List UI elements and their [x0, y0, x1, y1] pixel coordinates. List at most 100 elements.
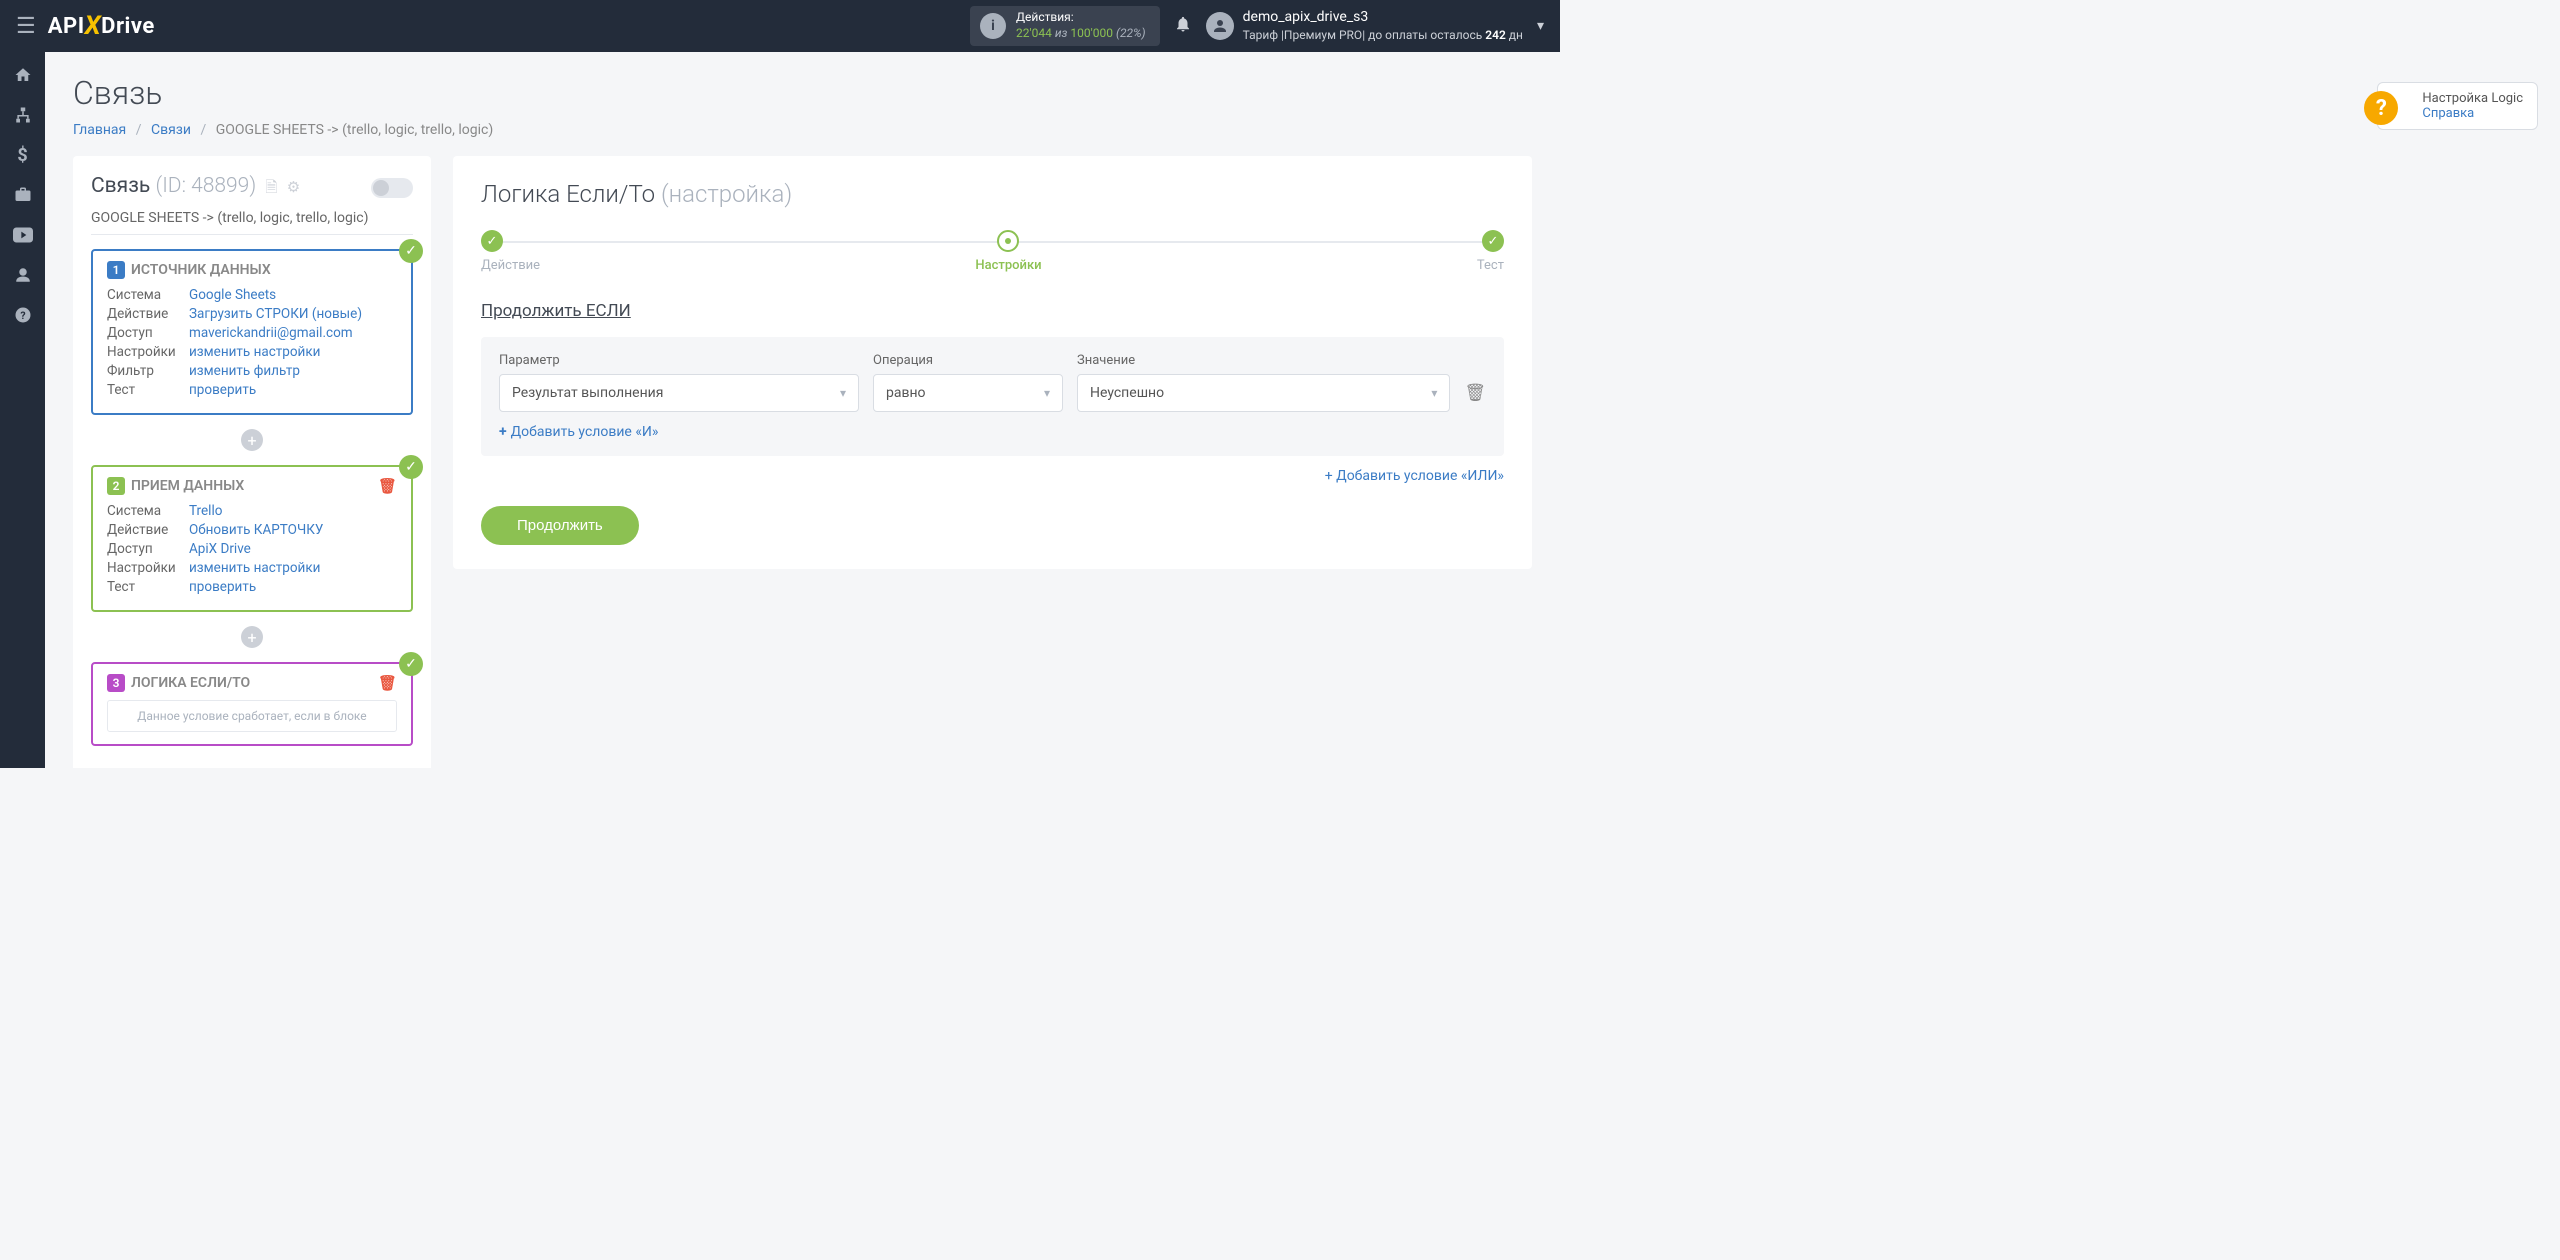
chevron-down-icon[interactable]: ▾: [1537, 18, 1544, 34]
helptip-title: Настройка Logic: [2422, 91, 2523, 106]
actions-total: 100'000: [1070, 26, 1113, 40]
step-row: СистемаTrello: [107, 503, 397, 519]
topbar: ☰ API X Drive i Действия: 22'044 из 100'…: [0, 0, 1560, 52]
logo-text-b: Drive: [101, 14, 155, 39]
user-block[interactable]: demo_apix_drive_s3 Тариф |Премиум PRO| д…: [1243, 8, 1523, 43]
step-card-2[interactable]: ✓2ПРИЕМ ДАННЫХ🗑СистемаTrelloДействиеОбно…: [91, 465, 413, 612]
step-row: Настройкиизменить настройки: [107, 344, 397, 360]
help-tooltip[interactable]: ? Настройка Logic Справка: [2377, 82, 2538, 130]
step-link[interactable]: ApiX Drive: [189, 541, 251, 557]
tariff-line: Тариф |Премиум PRO| до оплаты осталось 2…: [1243, 27, 1523, 43]
step-head: 1ИСТОЧНИК ДАННЫХ: [107, 261, 397, 279]
help-icon[interactable]: ?: [12, 304, 34, 326]
op-label: Операция: [873, 353, 1063, 368]
delete-condition-icon[interactable]: 🗑: [1464, 383, 1486, 412]
home-icon[interactable]: [12, 64, 34, 86]
actions-used: 22'044: [1016, 26, 1052, 40]
step-card-3[interactable]: ✓3ЛОГИКА ЕСЛИ/ТО🗑Данное условие сработае…: [91, 662, 413, 746]
step-row: СистемаGoogle Sheets: [107, 287, 397, 303]
sitemap-icon[interactable]: [12, 104, 34, 126]
chevron-down-icon: ▾: [1044, 386, 1050, 400]
youtube-icon[interactable]: [12, 224, 34, 246]
continue-if-title: Продолжить ЕСЛИ: [481, 301, 1504, 321]
avatar-icon[interactable]: [1206, 12, 1234, 40]
logo-text-a: API: [48, 14, 85, 39]
enable-toggle[interactable]: [371, 178, 413, 198]
chevron-down-icon: ▾: [840, 386, 846, 400]
svg-text:?: ?: [20, 309, 25, 322]
connection-title: Связь (ID: 48899) 🗎 ⚙: [91, 174, 300, 202]
check-icon: ✓: [399, 652, 423, 676]
hamburger-icon[interactable]: ☰: [16, 14, 36, 39]
step-row: Настройкиизменить настройки: [107, 560, 397, 576]
step-link[interactable]: Обновить КАРТОЧКУ: [189, 522, 323, 538]
condition-block: Параметр Результат выполнения▾ Операция …: [481, 337, 1504, 456]
briefcase-icon[interactable]: [12, 184, 34, 206]
sidenav: $ ?: [0, 52, 45, 768]
breadcrumb-current: GOOGLE SHEETS -> (trello, logic, trello,…: [216, 122, 493, 138]
step-link[interactable]: maverickandrii@gmail.com: [189, 325, 353, 341]
breadcrumb-home[interactable]: Главная: [73, 122, 126, 138]
question-icon: ?: [2364, 91, 2398, 125]
check-icon: ✓: [399, 455, 423, 479]
step-card-1[interactable]: ✓1ИСТОЧНИК ДАННЫХСистемаGoogle SheetsДей…: [91, 249, 413, 415]
chevron-down-icon: ▾: [1431, 386, 1437, 400]
settings-panel: Логика Если/То (настройка) ✓Действие Нас…: [453, 156, 1532, 569]
val-select[interactable]: Неуспешно▾: [1077, 374, 1450, 412]
copy-icon[interactable]: 🗎: [265, 178, 277, 196]
stepper-step-test[interactable]: ✓Тест: [1477, 230, 1504, 273]
step-link[interactable]: изменить настройки: [189, 560, 320, 576]
info-icon: i: [980, 13, 1006, 39]
stepper-step-settings[interactable]: Настройки: [975, 230, 1041, 273]
add-or-condition[interactable]: + Добавить условие «ИЛИ»: [481, 468, 1504, 484]
stepper-step-action[interactable]: ✓Действие: [481, 230, 540, 273]
add-and-condition[interactable]: +Добавить условие «И»: [499, 424, 1486, 440]
step-row: Тестпроверить: [107, 579, 397, 595]
logo[interactable]: API X Drive: [48, 11, 155, 41]
connection-panel: Связь (ID: 48899) 🗎 ⚙ GOOGLE SHEETS -> (…: [73, 156, 431, 768]
step-link[interactable]: изменить настройки: [189, 344, 320, 360]
step-link[interactable]: проверить: [189, 579, 256, 595]
step-row: ДействиеОбновить КАРТОЧКУ: [107, 522, 397, 538]
step-link[interactable]: изменить фильтр: [189, 363, 300, 379]
op-select[interactable]: равно▾: [873, 374, 1063, 412]
step-row: ДействиеЗагрузить СТРОКИ (новые): [107, 306, 397, 322]
breadcrumb: Главная / Связи / GOOGLE SHEETS -> (trel…: [73, 122, 1532, 138]
step-link[interactable]: Trello: [189, 503, 222, 519]
logo-x-icon: X: [85, 11, 102, 41]
step-head: 2ПРИЕМ ДАННЫХ🗑: [107, 477, 397, 495]
step-link[interactable]: Google Sheets: [189, 287, 276, 303]
page-title: Связь: [73, 74, 1532, 112]
user-name: demo_apix_drive_s3: [1243, 8, 1523, 27]
step-link[interactable]: проверить: [189, 382, 256, 398]
actions-pct: (22%): [1116, 26, 1146, 40]
step-row: ДоступApiX Drive: [107, 541, 397, 557]
logic-desc: Данное условие сработает, если в блоке: [107, 700, 397, 732]
add-step-button[interactable]: +: [241, 429, 263, 451]
actions-label: Действия:: [1016, 10, 1074, 24]
settings-title: Логика Если/То (настройка): [481, 180, 1504, 208]
step-row: Фильтризменить фильтр: [107, 363, 397, 379]
stepper: ✓Действие Настройки ✓Тест: [481, 230, 1504, 273]
trash-icon[interactable]: 🗑: [378, 477, 397, 495]
param-label: Параметр: [499, 353, 859, 368]
connection-name: GOOGLE SHEETS -> (trello, logic, trello,…: [91, 210, 413, 235]
check-icon: ✓: [399, 239, 423, 263]
user-icon[interactable]: [12, 264, 34, 286]
add-step-button[interactable]: +: [241, 626, 263, 648]
step-link[interactable]: Загрузить СТРОКИ (новые): [189, 306, 362, 322]
dollar-icon[interactable]: $: [12, 144, 34, 166]
step-row: Тестпроверить: [107, 382, 397, 398]
helptip-link[interactable]: Справка: [2422, 106, 2523, 121]
actions-counter[interactable]: i Действия: 22'044 из 100'000 (22%): [970, 6, 1160, 45]
main-area: Связь Главная / Связи / GOOGLE SHEETS ->…: [45, 52, 1560, 768]
bell-icon[interactable]: [1174, 15, 1192, 38]
val-label: Значение: [1077, 353, 1450, 368]
continue-button[interactable]: Продолжить: [481, 506, 639, 545]
param-select[interactable]: Результат выполнения▾: [499, 374, 859, 412]
step-row: Доступmaverickandrii@gmail.com: [107, 325, 397, 341]
trash-icon[interactable]: 🗑: [378, 674, 397, 692]
connection-id: (ID: 48899): [156, 174, 257, 198]
breadcrumb-links[interactable]: Связи: [151, 122, 191, 138]
gear-icon[interactable]: ⚙: [287, 178, 300, 196]
